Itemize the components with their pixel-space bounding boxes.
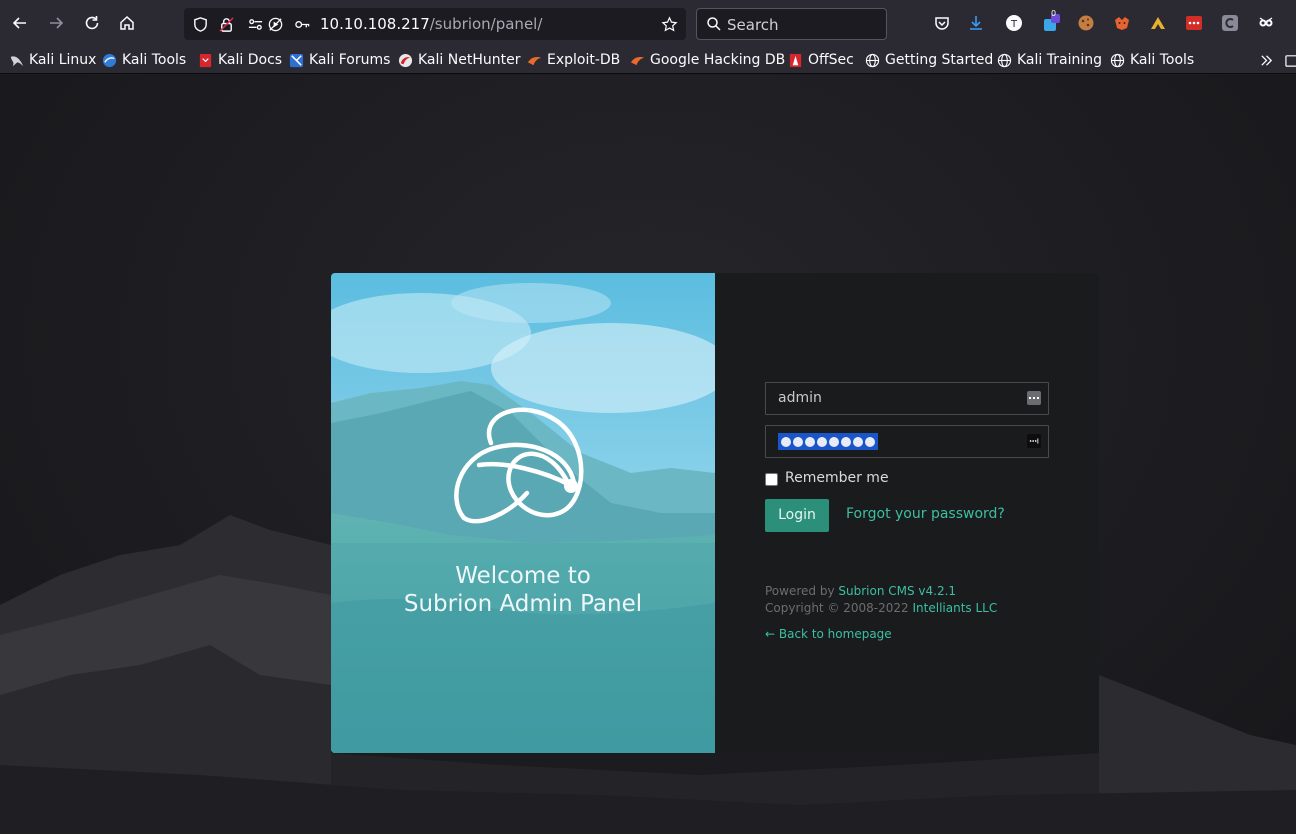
username-input[interactable]: admin: [765, 382, 1049, 415]
hackbar-icon[interactable]: [1220, 13, 1240, 33]
reload-button[interactable]: [78, 9, 106, 37]
remember-me-checkbox[interactable]: [765, 472, 778, 486]
chevron-double-right-icon: [1258, 52, 1274, 68]
kali-dragon-icon: [8, 52, 24, 68]
nethunter-icon: [397, 52, 413, 68]
bookmark-kali-docs[interactable]: Kali Docs: [197, 50, 282, 70]
pocket-icon[interactable]: [932, 13, 952, 33]
password-manager-icon[interactable]: [1027, 434, 1041, 448]
welcome-panel: Welcome to Subrion Admin Panel: [331, 273, 715, 753]
home-button[interactable]: [113, 9, 141, 37]
bookmark-kali-training[interactable]: Kali Training: [996, 50, 1102, 70]
password-masked-selection: [778, 433, 878, 450]
account-avatar-icon[interactable]: T: [1004, 13, 1024, 33]
login-button[interactable]: Login: [765, 499, 829, 532]
tracking-shield-icon[interactable]: [191, 15, 209, 33]
password-input[interactable]: [765, 425, 1049, 458]
foxyproxy-icon[interactable]: [1112, 13, 1132, 33]
ghdb-icon: [629, 52, 645, 68]
bookmark-exploit-db[interactable]: Exploit-DB: [526, 50, 620, 70]
back-to-homepage-link[interactable]: ← Back to homepage: [765, 627, 892, 641]
reload-icon: [85, 16, 99, 30]
login-card: Welcome to Subrion Admin Panel admin Rem…: [331, 273, 1099, 753]
wappalyzer-icon[interactable]: [1148, 13, 1168, 33]
offsec-icon: [787, 52, 803, 68]
login-form: admin Remember me Login Forgot your pass…: [715, 273, 1099, 753]
bookmarks-toolbar: Kali Linux Kali Tools Kali Docs Kali For…: [0, 46, 1296, 74]
bookmark-kali-tools-2[interactable]: Kali Tools: [1109, 50, 1194, 70]
remember-me[interactable]: Remember me: [765, 470, 889, 486]
bookmark-kali-nethunter[interactable]: Kali NetHunter: [397, 50, 520, 70]
cookie-extension-icon[interactable]: [1076, 13, 1096, 33]
welcome-heading: Welcome to Subrion Admin Panel: [403, 563, 643, 617]
globe-icon: [1109, 52, 1125, 68]
footer-credits: Powered by Subrion CMS v4.2.1 Copyright …: [765, 584, 998, 615]
bookmark-kali-tools[interactable]: Kali Tools: [101, 50, 186, 70]
browser-toolbar: 10.10.108.217/subrion/panel/ Search T 0: [0, 0, 1296, 46]
bookmarks-overflow-button[interactable]: [1258, 50, 1279, 70]
other-bookmarks-button[interactable]: [1284, 50, 1296, 70]
lastpass-icon[interactable]: [1184, 13, 1204, 33]
subrion-logo-icon: [454, 407, 584, 524]
arrow-left-icon: [12, 17, 26, 29]
downloads-icon[interactable]: [966, 13, 986, 33]
bookmark-star-icon[interactable]: [660, 15, 678, 33]
exploit-db-icon: [526, 52, 542, 68]
subrion-cms-link[interactable]: Subrion CMS v4.2.1: [838, 584, 956, 598]
globe-icon: [864, 52, 880, 68]
search-bar[interactable]: Search: [696, 8, 887, 40]
globe-icon: [996, 52, 1012, 68]
extension-container-icon[interactable]: 0: [1041, 9, 1061, 33]
bookmark-offsec[interactable]: OffSec: [787, 50, 854, 70]
bookmark-kali-linux[interactable]: Kali Linux: [8, 50, 96, 70]
back-button[interactable]: [6, 9, 34, 37]
url-text[interactable]: 10.10.108.217/subrion/panel/: [320, 15, 542, 33]
home-icon: [120, 15, 134, 30]
key-icon[interactable]: [293, 15, 311, 33]
forgot-password-link[interactable]: Forgot your password?: [846, 506, 1005, 522]
intelliants-link[interactable]: Intelliants LLC: [913, 601, 998, 615]
bookmark-getting-started[interactable]: Getting Started: [864, 50, 993, 70]
insecure-lock-icon[interactable]: [217, 15, 235, 33]
kali-docs-icon: [197, 52, 213, 68]
autoplay-blocked-icon[interactable]: [266, 15, 284, 33]
search-icon: [707, 17, 721, 31]
page-viewport: Welcome to Subrion Admin Panel admin Rem…: [0, 75, 1296, 834]
owl-extension-icon[interactable]: [1256, 13, 1276, 33]
url-bar[interactable]: 10.10.108.217/subrion/panel/: [184, 8, 686, 40]
forward-button[interactable]: [42, 9, 70, 37]
kali-tools-icon: [101, 52, 117, 68]
search-placeholder: Search: [727, 16, 779, 34]
folder-icon: [1284, 52, 1296, 68]
password-manager-icon[interactable]: [1027, 391, 1041, 405]
arrow-right-icon: [50, 17, 64, 29]
extension-badge: 0: [1051, 9, 1057, 18]
kali-forums-icon: [288, 52, 304, 68]
bookmark-google-hacking-db[interactable]: Google Hacking DB: [629, 50, 785, 70]
bookmark-kali-forums[interactable]: Kali Forums: [288, 50, 390, 70]
permissions-icon[interactable]: [246, 15, 264, 33]
svg-text:T: T: [1010, 19, 1018, 30]
